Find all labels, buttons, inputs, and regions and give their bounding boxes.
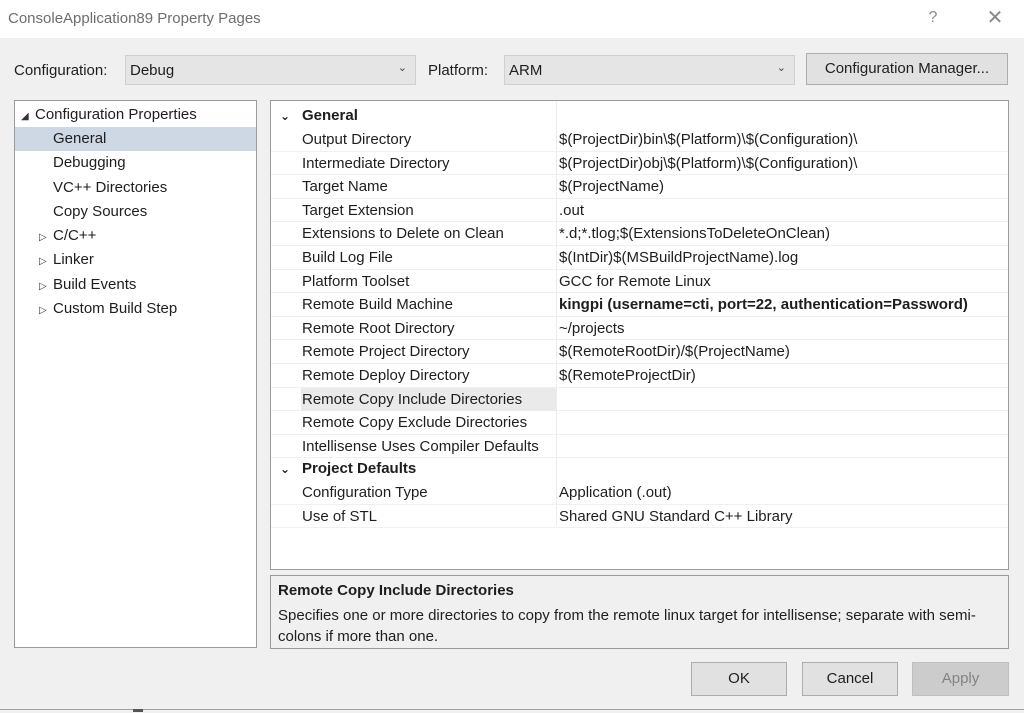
configuration-dropdown[interactable]: Debug ⌄ [125, 55, 416, 85]
collapsed-triangle-icon[interactable]: ▷ [39, 226, 53, 250]
property-name: Remote Copy Exclude Directories [302, 414, 528, 432]
chevron-down-icon[interactable]: ⌄ [280, 457, 290, 481]
tree-item-label: Custom Build Step [53, 300, 178, 317]
description-text: Specifies one or more directories to cop… [278, 607, 976, 645]
property-row[interactable]: Remote Root Directory ~/projects [271, 317, 1008, 341]
collapsed-triangle-icon[interactable]: ▷ [39, 250, 53, 274]
property-value[interactable]: $(ProjectDir)obj\$(Platform)\$(Configura… [559, 152, 857, 175]
configuration-value: Debug [130, 62, 175, 79]
property-row[interactable]: Remote Project Directory $(RemoteRootDir… [271, 340, 1008, 364]
property-value[interactable]: Application (.out) [559, 481, 672, 504]
property-name: Platform Toolset [302, 272, 410, 290]
category-project-defaults[interactable]: ⌄ Project Defaults [271, 457, 1008, 481]
property-value[interactable]: ~/projects [559, 317, 624, 340]
property-row[interactable]: Intellisense Uses Compiler Defaults [271, 435, 1008, 459]
ok-button[interactable]: OK [691, 662, 787, 696]
category-label: Project Defaults [302, 460, 417, 477]
property-row[interactable]: Use of STL Shared GNU Standard C++ Libra… [271, 505, 1008, 529]
chevron-down-icon: ⌄ [776, 62, 786, 74]
cancel-button[interactable]: Cancel [802, 662, 898, 696]
apply-button[interactable]: Apply [912, 662, 1009, 696]
property-name: Use of STL [302, 507, 378, 525]
tree-item-build-events[interactable]: ▷ Build Events [15, 273, 256, 297]
tree-item-label: Linker [53, 251, 94, 268]
property-row[interactable]: Build Log File $(IntDir)$(MSBuildProject… [271, 246, 1008, 270]
property-value[interactable]: $(ProjectName) [559, 175, 664, 198]
platform-label: Platform: [428, 62, 489, 79]
tree-item-linker[interactable]: ▷ Linker [15, 248, 256, 272]
platform-dropdown[interactable]: ARM ⌄ [504, 55, 795, 85]
property-name: Intellisense Uses Compiler Defaults [302, 437, 539, 455]
property-name: Remote Root Directory [302, 319, 455, 337]
property-row[interactable]: Remote Deploy Directory $(RemoteProjectD… [271, 364, 1008, 388]
property-row[interactable]: Configuration Type Application (.out) [271, 481, 1008, 505]
chevron-down-icon[interactable]: ⌄ [280, 104, 290, 128]
property-row[interactable]: Extensions to Delete on Clean *.d;*.tlog… [271, 222, 1008, 246]
category-general[interactable]: ⌄ General [271, 104, 1008, 128]
tree-item-copy-sources[interactable]: Copy Sources [15, 200, 256, 224]
tree-item-label: Debugging [53, 154, 126, 171]
tree-item-label: General [53, 130, 107, 147]
property-value[interactable]: $(IntDir)$(MSBuildProjectName).log [559, 246, 798, 269]
property-value[interactable]: $(RemoteProjectDir) [559, 364, 696, 387]
property-value[interactable]: kingpi (username=cti, port=22, authentic… [559, 293, 968, 316]
property-value[interactable]: $(ProjectDir)bin\$(Platform)\$(Configura… [559, 128, 857, 151]
window-title: ConsoleApplication89 Property Pages [8, 10, 261, 27]
property-name: Remote Project Directory [302, 343, 470, 361]
tree-item-label: VC++ Directories [53, 179, 168, 196]
chevron-down-icon: ⌄ [397, 62, 407, 74]
property-row[interactable]: Target Extension .out [271, 199, 1008, 223]
property-row[interactable]: Remote Build Machine kingpi (username=ct… [271, 293, 1008, 317]
platform-value: ARM [509, 62, 543, 79]
property-value[interactable]: GCC for Remote Linux [559, 270, 711, 293]
property-tree: ◢ Configuration Properties General Debugg… [14, 100, 257, 648]
property-value[interactable]: *.d;*.tlog;$(ExtensionsToDeleteOnClean) [559, 222, 830, 245]
configuration-label: Configuration: [14, 62, 108, 79]
tree-item-vc-directories[interactable]: VC++ Directories [15, 176, 256, 200]
property-name: Output Directory [302, 131, 412, 148]
property-row[interactable]: Remote Copy Exclude Directories [271, 411, 1008, 435]
configuration-manager-button[interactable]: Configuration Manager... [806, 53, 1008, 85]
property-name: Configuration Type [302, 484, 428, 501]
property-name: Target Extension [302, 201, 414, 219]
collapsed-triangle-icon[interactable]: ▷ [39, 299, 53, 323]
tree-item-label: Build Events [53, 276, 137, 293]
category-label: General [302, 107, 358, 124]
tree-item-debugging[interactable]: Debugging [15, 151, 256, 175]
property-name: Intermediate Directory [302, 154, 450, 172]
property-name: Remote Build Machine [302, 296, 453, 314]
property-grid: ⌄ General Output Directory $(ProjectDir)… [270, 100, 1009, 570]
property-row[interactable]: Target Name $(ProjectName) [271, 175, 1008, 199]
property-value[interactable]: Shared GNU Standard C++ Library [559, 505, 792, 528]
tree-item-label: Configuration Properties [35, 106, 197, 123]
property-name: Target Name [302, 178, 388, 196]
property-name: Build Log File [302, 249, 393, 266]
property-value[interactable]: $(RemoteRootDir)/$(ProjectName) [559, 340, 790, 363]
bottom-border [0, 709, 1024, 710]
property-name: Remote Copy Include Directories [302, 390, 523, 408]
collapsed-triangle-icon[interactable]: ▷ [39, 275, 53, 299]
expanded-triangle-icon[interactable]: ◢ [21, 105, 35, 129]
tree-item-configuration-properties[interactable]: ◢ Configuration Properties [15, 103, 256, 127]
tree-item-label: Copy Sources [53, 203, 148, 220]
bottom-marker [133, 709, 143, 712]
tree-item-custom-build-step[interactable]: ▷ Custom Build Step [15, 297, 256, 321]
close-icon[interactable]: ✕ [982, 6, 1008, 32]
description-title: Remote Copy Include Directories [278, 582, 514, 599]
tree-item-label: C/C++ [53, 227, 97, 244]
description-panel: Remote Copy Include Directories Specifie… [270, 575, 1009, 649]
property-row[interactable]: Output Directory $(ProjectDir)bin\$(Plat… [271, 128, 1008, 152]
property-name: Remote Deploy Directory [302, 367, 470, 384]
property-row[interactable]: Intermediate Directory $(ProjectDir)obj\… [271, 152, 1008, 176]
tree-item-general[interactable]: General [15, 127, 256, 151]
property-row[interactable]: Platform Toolset GCC for Remote Linux [271, 270, 1008, 294]
property-value[interactable]: .out [559, 199, 584, 222]
property-name: Extensions to Delete on Clean [302, 225, 504, 243]
property-row-selected[interactable]: Remote Copy Include Directories [271, 387, 1008, 412]
tree-item-c-cpp[interactable]: ▷ C/C++ [15, 224, 256, 248]
title-bar: ConsoleApplication89 Property Pages ? ✕ [0, 0, 1024, 38]
help-icon[interactable]: ? [921, 6, 945, 30]
